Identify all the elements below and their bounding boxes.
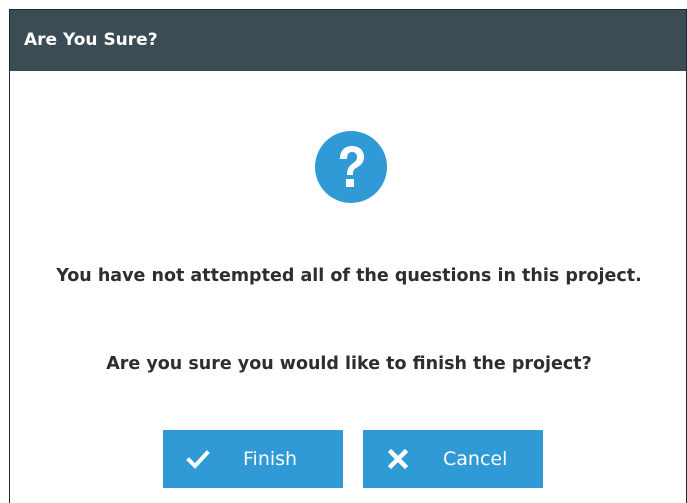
checkmark-icon [163,447,233,471]
cancel-button[interactable]: Cancel [363,430,543,488]
x-icon [363,448,433,470]
dialog-title: Are You Sure? [10,10,686,71]
confirm-question: Are you sure you would like to finish th… [106,354,592,374]
finish-button-label: Finish [243,448,298,470]
question-circle-icon [314,130,388,204]
cancel-button-label: Cancel [443,448,508,470]
finish-button[interactable]: Finish [163,430,343,488]
warning-message: You have not attempted all of the questi… [56,266,642,286]
confirm-dialog: Are You Sure? You have not attempted all… [9,9,687,503]
